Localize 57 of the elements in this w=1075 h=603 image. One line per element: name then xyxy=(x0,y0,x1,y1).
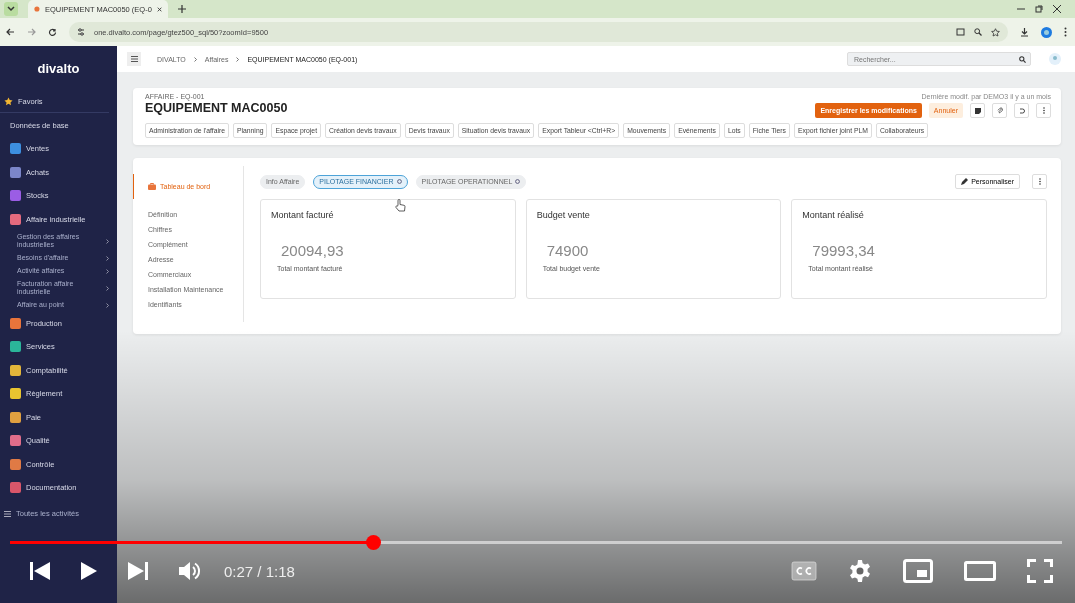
kpi-title: Montant réalisé xyxy=(802,210,865,220)
kpi-title: Montant facturé xyxy=(271,210,335,220)
previous-icon[interactable] xyxy=(30,562,50,580)
back-icon[interactable] xyxy=(6,28,15,36)
menu-icon xyxy=(4,510,11,517)
briefcase-icon xyxy=(148,183,156,190)
zoom-icon[interactable] xyxy=(974,28,982,36)
chevron-icon xyxy=(106,302,109,308)
kebab-icon xyxy=(1042,107,1045,114)
chevron-icon xyxy=(106,268,109,274)
fullscreen-icon[interactable] xyxy=(1027,559,1053,583)
settings-icon[interactable] xyxy=(848,559,872,583)
undo-icon xyxy=(1018,107,1025,114)
play-icon[interactable] xyxy=(81,562,97,580)
time-display: 0:27 / 1:18 xyxy=(224,562,295,580)
chevron-icon xyxy=(106,238,109,244)
chevron-icon xyxy=(236,56,240,62)
attachment-button[interactable] xyxy=(992,103,1007,118)
chevron-icon xyxy=(106,285,109,291)
download-icon[interactable] xyxy=(1020,27,1029,37)
new-tab-icon[interactable] xyxy=(178,5,186,13)
kebab-icon xyxy=(1038,178,1041,185)
captions-icon[interactable] xyxy=(791,561,817,581)
kpi-value: 79993,34 xyxy=(811,242,876,259)
next-icon[interactable] xyxy=(128,562,148,580)
minimize-icon[interactable] xyxy=(1017,5,1025,13)
close-icon[interactable] xyxy=(156,5,162,13)
hand-cursor-icon xyxy=(395,199,406,212)
paperclip-icon xyxy=(996,107,1003,114)
theater-mode-icon[interactable] xyxy=(964,561,996,581)
chevron-icon xyxy=(193,56,197,62)
volume-icon[interactable] xyxy=(179,561,201,581)
menu-button[interactable] xyxy=(127,52,141,66)
kpi-value: 20094,93 xyxy=(280,242,345,259)
miniplayer-icon[interactable] xyxy=(903,559,933,583)
note-button[interactable] xyxy=(970,103,985,118)
tab-list-icon[interactable] xyxy=(4,2,18,16)
search-icon[interactable] xyxy=(1019,55,1026,63)
site-settings-icon xyxy=(77,28,85,36)
progress-handle[interactable] xyxy=(365,535,381,550)
logo: divalto xyxy=(36,59,81,78)
cast-icon[interactable] xyxy=(956,28,965,36)
reload-icon[interactable] xyxy=(48,27,57,37)
favicon-icon xyxy=(34,5,40,13)
more-icon[interactable] xyxy=(1064,27,1067,37)
kpi-title: Budget vente xyxy=(536,210,591,220)
kpi-value: 74900 xyxy=(545,242,590,259)
record-title: EQUIPEMENT MAC0050 xyxy=(145,101,288,115)
menu-icon xyxy=(130,56,138,62)
note-icon xyxy=(974,107,981,114)
close-window-icon[interactable] xyxy=(1053,5,1061,13)
profile-icon[interactable] xyxy=(1041,26,1052,38)
star-icon xyxy=(4,96,13,106)
chevron-icon xyxy=(106,255,109,261)
pencil-icon xyxy=(961,178,969,185)
restore-icon[interactable] xyxy=(1035,5,1043,13)
star-icon[interactable] xyxy=(991,27,1000,37)
